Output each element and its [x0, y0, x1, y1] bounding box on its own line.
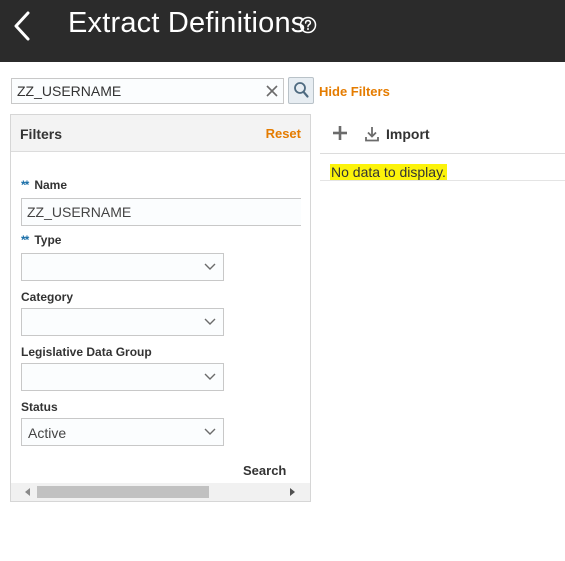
- type-label: ** Type: [21, 233, 62, 247]
- empty-results-message: No data to display.: [330, 164, 447, 180]
- scrollbar-thumb[interactable]: [37, 486, 209, 498]
- reset-link[interactable]: Reset: [266, 126, 301, 141]
- status-select-value: Active: [28, 425, 67, 441]
- keyword-search-field[interactable]: [11, 78, 284, 104]
- filters-header: Filters Reset: [11, 115, 310, 152]
- status-label: Status: [21, 400, 58, 414]
- scroll-right-icon[interactable]: [287, 487, 297, 497]
- chevron-down-icon: [204, 263, 216, 270]
- legislative-data-group-label: Legislative Data Group: [21, 345, 152, 359]
- search-button[interactable]: [288, 77, 314, 104]
- chevron-left-icon: [14, 11, 30, 41]
- search-input[interactable]: [17, 79, 257, 103]
- filters-panel: Filters Reset **Name **Type Category Leg…: [10, 114, 311, 502]
- category-select[interactable]: [21, 308, 224, 336]
- chevron-down-icon: [204, 428, 216, 435]
- search-icon: [294, 82, 309, 98]
- page-title: Extract Definitions: [68, 7, 306, 39]
- scroll-left-icon[interactable]: [23, 487, 33, 497]
- hide-filters-link[interactable]: Hide Filters: [319, 84, 390, 99]
- back-button[interactable]: [10, 10, 38, 42]
- filters-title: Filters: [20, 126, 63, 142]
- filters-search-button[interactable]: Search: [243, 463, 286, 478]
- status-select[interactable]: Active: [21, 418, 224, 446]
- category-label: Category: [21, 290, 74, 304]
- divider: [320, 153, 565, 154]
- clear-icon[interactable]: [264, 83, 280, 99]
- legislative-data-group-select[interactable]: [21, 363, 224, 391]
- name-input[interactable]: [27, 200, 297, 224]
- chevron-down-icon: [204, 373, 216, 380]
- type-select[interactable]: [21, 253, 224, 281]
- required-marker: **: [21, 178, 29, 192]
- import-label: Import: [386, 126, 430, 142]
- required-marker: **: [21, 233, 29, 247]
- plus-icon[interactable]: [331, 124, 349, 142]
- page-header: Extract Definitions: [0, 0, 565, 62]
- divider: [320, 180, 565, 181]
- chevron-down-icon: [204, 318, 216, 325]
- horizontal-scrollbar[interactable]: [11, 483, 310, 501]
- help-circle-icon[interactable]: [299, 16, 317, 34]
- name-label: ** Name: [21, 178, 68, 192]
- download-icon: [365, 127, 379, 142]
- name-field[interactable]: [21, 198, 301, 226]
